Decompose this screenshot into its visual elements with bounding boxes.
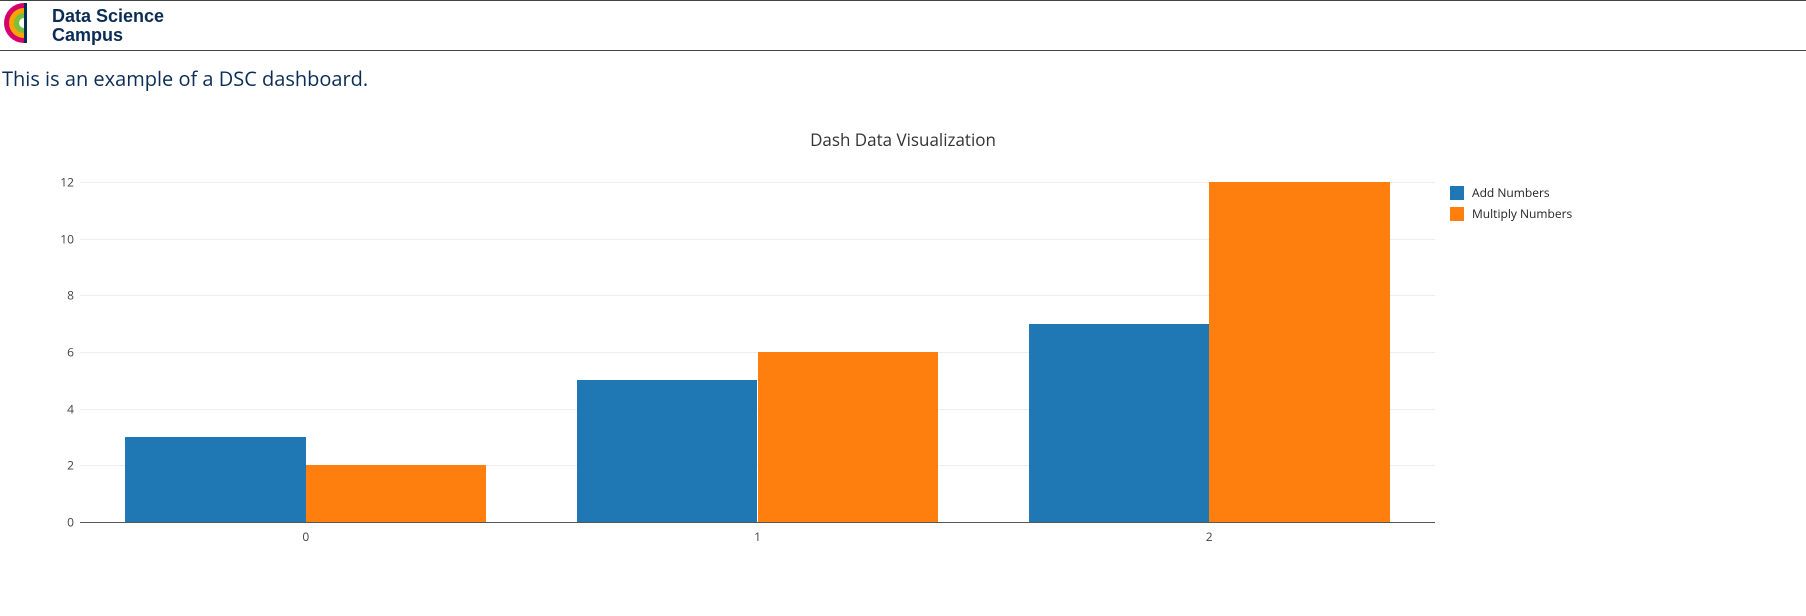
chart[interactable]: Dash Data Visualization 024681012012 Add… xyxy=(0,102,1806,582)
gridline xyxy=(80,522,1435,523)
x-tick-label: 0 xyxy=(302,528,309,545)
tagline: This is an example of a DSC dashboard. xyxy=(0,51,1806,102)
bar[interactable] xyxy=(125,437,306,522)
bar[interactable] xyxy=(1209,182,1390,522)
brand: Data Science Campus xyxy=(0,3,1806,48)
y-tick-label: 4 xyxy=(52,400,74,417)
brand-line2: Campus xyxy=(52,25,123,45)
y-tick-label: 12 xyxy=(52,174,74,191)
legend-label: Add Numbers xyxy=(1472,184,1550,201)
y-tick-label: 10 xyxy=(52,230,74,247)
y-tick-label: 0 xyxy=(52,514,74,531)
bar[interactable] xyxy=(1029,324,1210,522)
brand-line1: Data Science xyxy=(52,6,164,26)
y-tick-label: 6 xyxy=(52,344,74,361)
x-tick-label: 2 xyxy=(1206,528,1213,545)
bar[interactable] xyxy=(306,465,487,522)
legend-swatch-icon xyxy=(1450,207,1464,221)
brand-logo-icon xyxy=(4,3,44,48)
legend-label: Multiply Numbers xyxy=(1472,205,1572,222)
legend-item[interactable]: Add Numbers xyxy=(1450,184,1572,201)
legend-item[interactable]: Multiply Numbers xyxy=(1450,205,1572,222)
x-tick-label: 1 xyxy=(754,528,761,545)
y-tick-label: 2 xyxy=(52,457,74,474)
plot-area[interactable]: 024681012012 xyxy=(80,182,1435,522)
bar[interactable] xyxy=(577,380,758,522)
chart-title: Dash Data Visualization xyxy=(0,102,1806,159)
legend: Add Numbers Multiply Numbers xyxy=(1450,184,1572,226)
header-bar: Data Science Campus xyxy=(0,0,1806,51)
bar[interactable] xyxy=(758,352,939,522)
y-tick-label: 8 xyxy=(52,287,74,304)
brand-text: Data Science Campus xyxy=(52,7,164,45)
legend-swatch-icon xyxy=(1450,186,1464,200)
